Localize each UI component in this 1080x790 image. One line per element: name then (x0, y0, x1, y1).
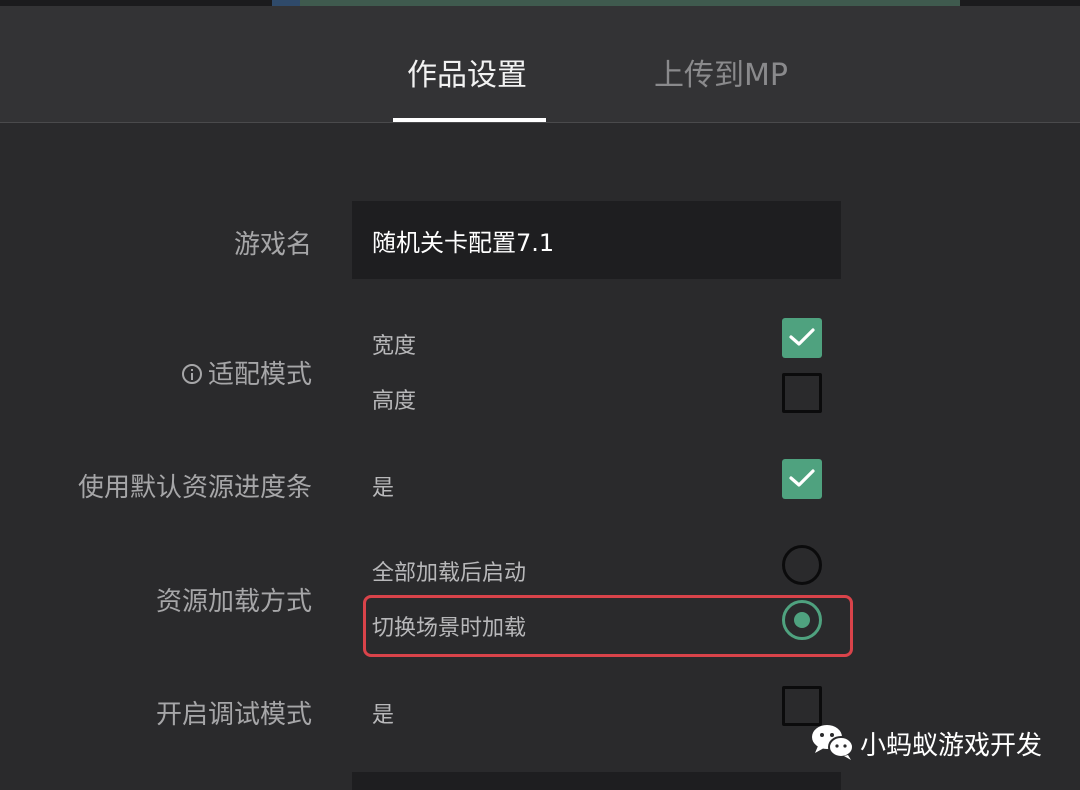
debug-mode-label: 开启调试模式 (155, 700, 312, 730)
fit-mode-width-checkbox[interactable] (782, 318, 822, 358)
info-icon[interactable] (181, 364, 202, 384)
tab-project-settings[interactable]: 作品设置 (407, 50, 527, 94)
default-progress-option-label: 是 (372, 476, 395, 501)
load-mode-all-radio[interactable] (782, 545, 822, 585)
tab-bar-divider (0, 122, 1080, 123)
load-mode-label: 资源加载方式 (155, 587, 312, 617)
default-progress-checkbox[interactable] (782, 459, 822, 499)
watermark-text: 小蚂蚁游戏开发 (860, 731, 1043, 761)
fit-mode-height-checkbox[interactable] (782, 373, 822, 413)
fit-mode-option-height-label: 高度 (372, 389, 417, 414)
game-name-input[interactable] (372, 201, 822, 279)
fit-mode-option-width-label: 宽度 (372, 334, 417, 359)
next-field-box (352, 772, 841, 790)
watermark: 小蚂蚁游戏开发 (810, 722, 1042, 762)
tab-bar: 作品设置 上传到MP (0, 6, 1080, 122)
game-name-field-box (352, 201, 841, 279)
debug-mode-checkbox[interactable] (782, 686, 822, 726)
fit-mode-label: 适配模式 (181, 354, 312, 391)
load-mode-option-all-label: 全部加载后启动 (372, 561, 527, 586)
tab-upload-mp[interactable]: 上传到MP (654, 50, 788, 94)
checkmark-icon (789, 469, 815, 487)
default-progress-label: 使用默认资源进度条 (77, 473, 312, 503)
wechat-icon (812, 725, 854, 760)
game-name-label: 游戏名 (233, 230, 312, 260)
debug-mode-option-label: 是 (372, 703, 395, 728)
annotation-highlight-box (363, 595, 853, 657)
checkmark-icon (789, 328, 815, 346)
fit-mode-label-text: 适配模式 (207, 360, 312, 390)
